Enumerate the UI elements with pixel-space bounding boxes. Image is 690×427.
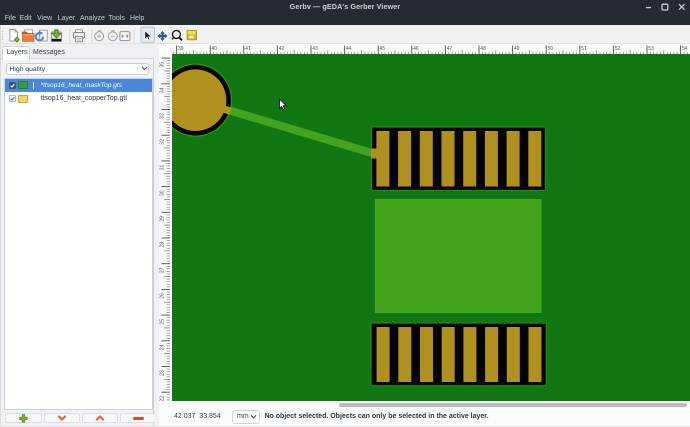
svg-text:30: 30 xyxy=(160,190,166,196)
svg-text:44: 44 xyxy=(346,46,352,52)
svg-text:43: 43 xyxy=(312,46,318,52)
svg-text:28: 28 xyxy=(160,242,166,248)
svg-text:54: 54 xyxy=(682,46,688,52)
svg-text:33: 33 xyxy=(160,113,166,119)
svg-text:41: 41 xyxy=(245,46,251,52)
svg-text:49: 49 xyxy=(514,46,520,52)
svg-text:25: 25 xyxy=(160,319,166,325)
svg-text:47: 47 xyxy=(447,46,453,52)
svg-text:34: 34 xyxy=(160,87,166,93)
svg-text:42: 42 xyxy=(279,46,285,52)
svg-text:24: 24 xyxy=(160,344,166,350)
svg-text:46: 46 xyxy=(413,46,419,52)
svg-text:23: 23 xyxy=(160,370,166,376)
svg-text:40: 40 xyxy=(212,46,218,52)
svg-text:26: 26 xyxy=(160,293,166,299)
svg-text:48: 48 xyxy=(480,46,486,52)
svg-text:50: 50 xyxy=(548,46,554,52)
svg-text:45: 45 xyxy=(380,46,386,52)
svg-text:31: 31 xyxy=(160,165,166,171)
svg-text:51: 51 xyxy=(581,46,587,52)
svg-text:52: 52 xyxy=(615,46,621,52)
svg-text:27: 27 xyxy=(160,267,166,273)
svg-text:35: 35 xyxy=(160,62,166,68)
svg-text:29: 29 xyxy=(160,216,166,222)
svg-text:32: 32 xyxy=(160,139,166,145)
svg-text:39: 39 xyxy=(178,46,184,52)
svg-text:53: 53 xyxy=(648,46,654,52)
